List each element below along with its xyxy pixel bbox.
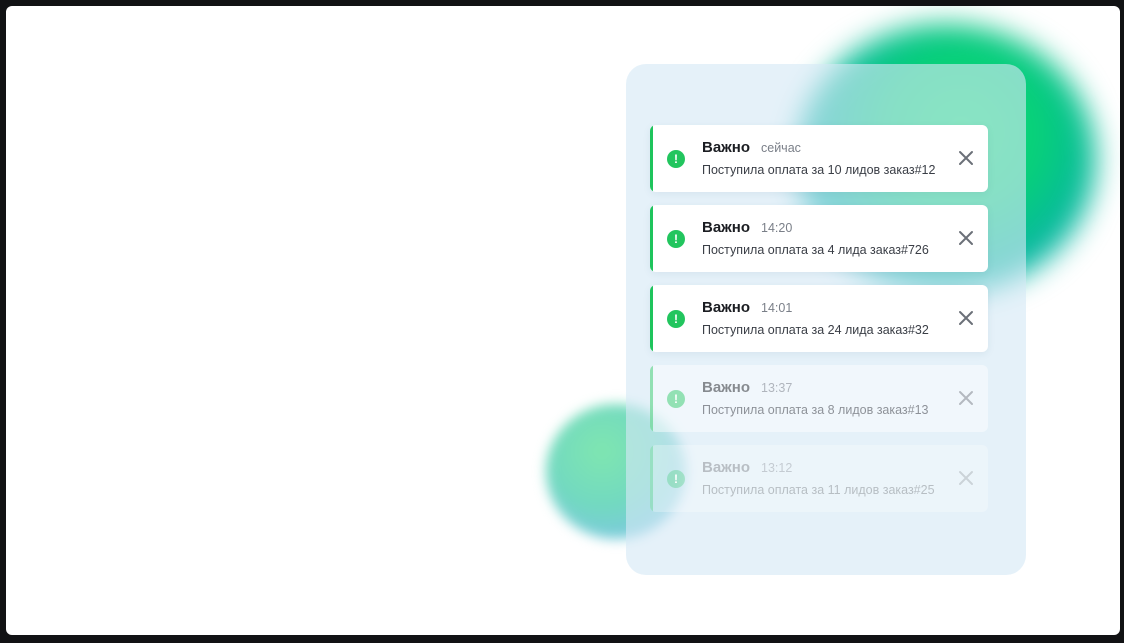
close-icon[interactable] xyxy=(956,308,976,328)
notification-title: Важно xyxy=(702,459,751,476)
notification-card[interactable]: ! Важно 14:20 Поступила оплата за 4 лида… xyxy=(650,205,988,272)
exclamation-icon: ! xyxy=(667,310,685,328)
exclamation-icon: ! xyxy=(667,230,685,248)
notification-message: Поступила оплата за 8 лидов заказ#13 xyxy=(702,403,929,417)
close-icon[interactable] xyxy=(956,388,976,408)
exclamation-icon: ! xyxy=(667,470,685,488)
close-icon[interactable] xyxy=(956,148,976,168)
notification-title: Важно xyxy=(702,299,751,316)
notification-time: 13:37 xyxy=(761,381,793,395)
close-icon[interactable] xyxy=(956,228,976,248)
notification-time: 13:12 xyxy=(761,461,793,475)
close-icon[interactable] xyxy=(956,468,976,488)
accent-bar xyxy=(650,365,653,432)
notification-message: Поступила оплата за 10 лидов заказ#12 xyxy=(702,163,936,177)
exclamation-icon: ! xyxy=(667,390,685,408)
exclamation-icon: ! xyxy=(667,150,685,168)
notification-title: Важно xyxy=(702,379,751,396)
notification-message: Поступила оплата за 24 лида заказ#32 xyxy=(702,323,929,337)
accent-bar xyxy=(650,205,653,272)
notification-title: Важно xyxy=(702,219,751,236)
notification-time: 14:01 xyxy=(761,301,793,315)
notification-title: Важно xyxy=(702,139,751,156)
notification-message: Поступила оплата за 11 лидов заказ#25 xyxy=(702,483,935,497)
notification-card[interactable]: ! Важно 14:01 Поступила оплата за 24 лид… xyxy=(650,285,988,352)
accent-bar xyxy=(650,125,653,192)
accent-bar xyxy=(650,285,653,352)
notification-time: сейчас xyxy=(761,141,801,155)
accent-bar xyxy=(650,445,653,512)
notification-card[interactable]: ! Важно сейчас Поступила оплата за 10 ли… xyxy=(650,125,988,192)
notification-time: 14:20 xyxy=(761,221,793,235)
notification-card[interactable]: ! Важно 13:37 Поступила оплата за 8 лидо… xyxy=(650,365,988,432)
notification-message: Поступила оплата за 4 лида заказ#726 xyxy=(702,243,929,257)
notification-card[interactable]: ! Важно 13:12 Поступила оплата за 11 лид… xyxy=(650,445,988,512)
